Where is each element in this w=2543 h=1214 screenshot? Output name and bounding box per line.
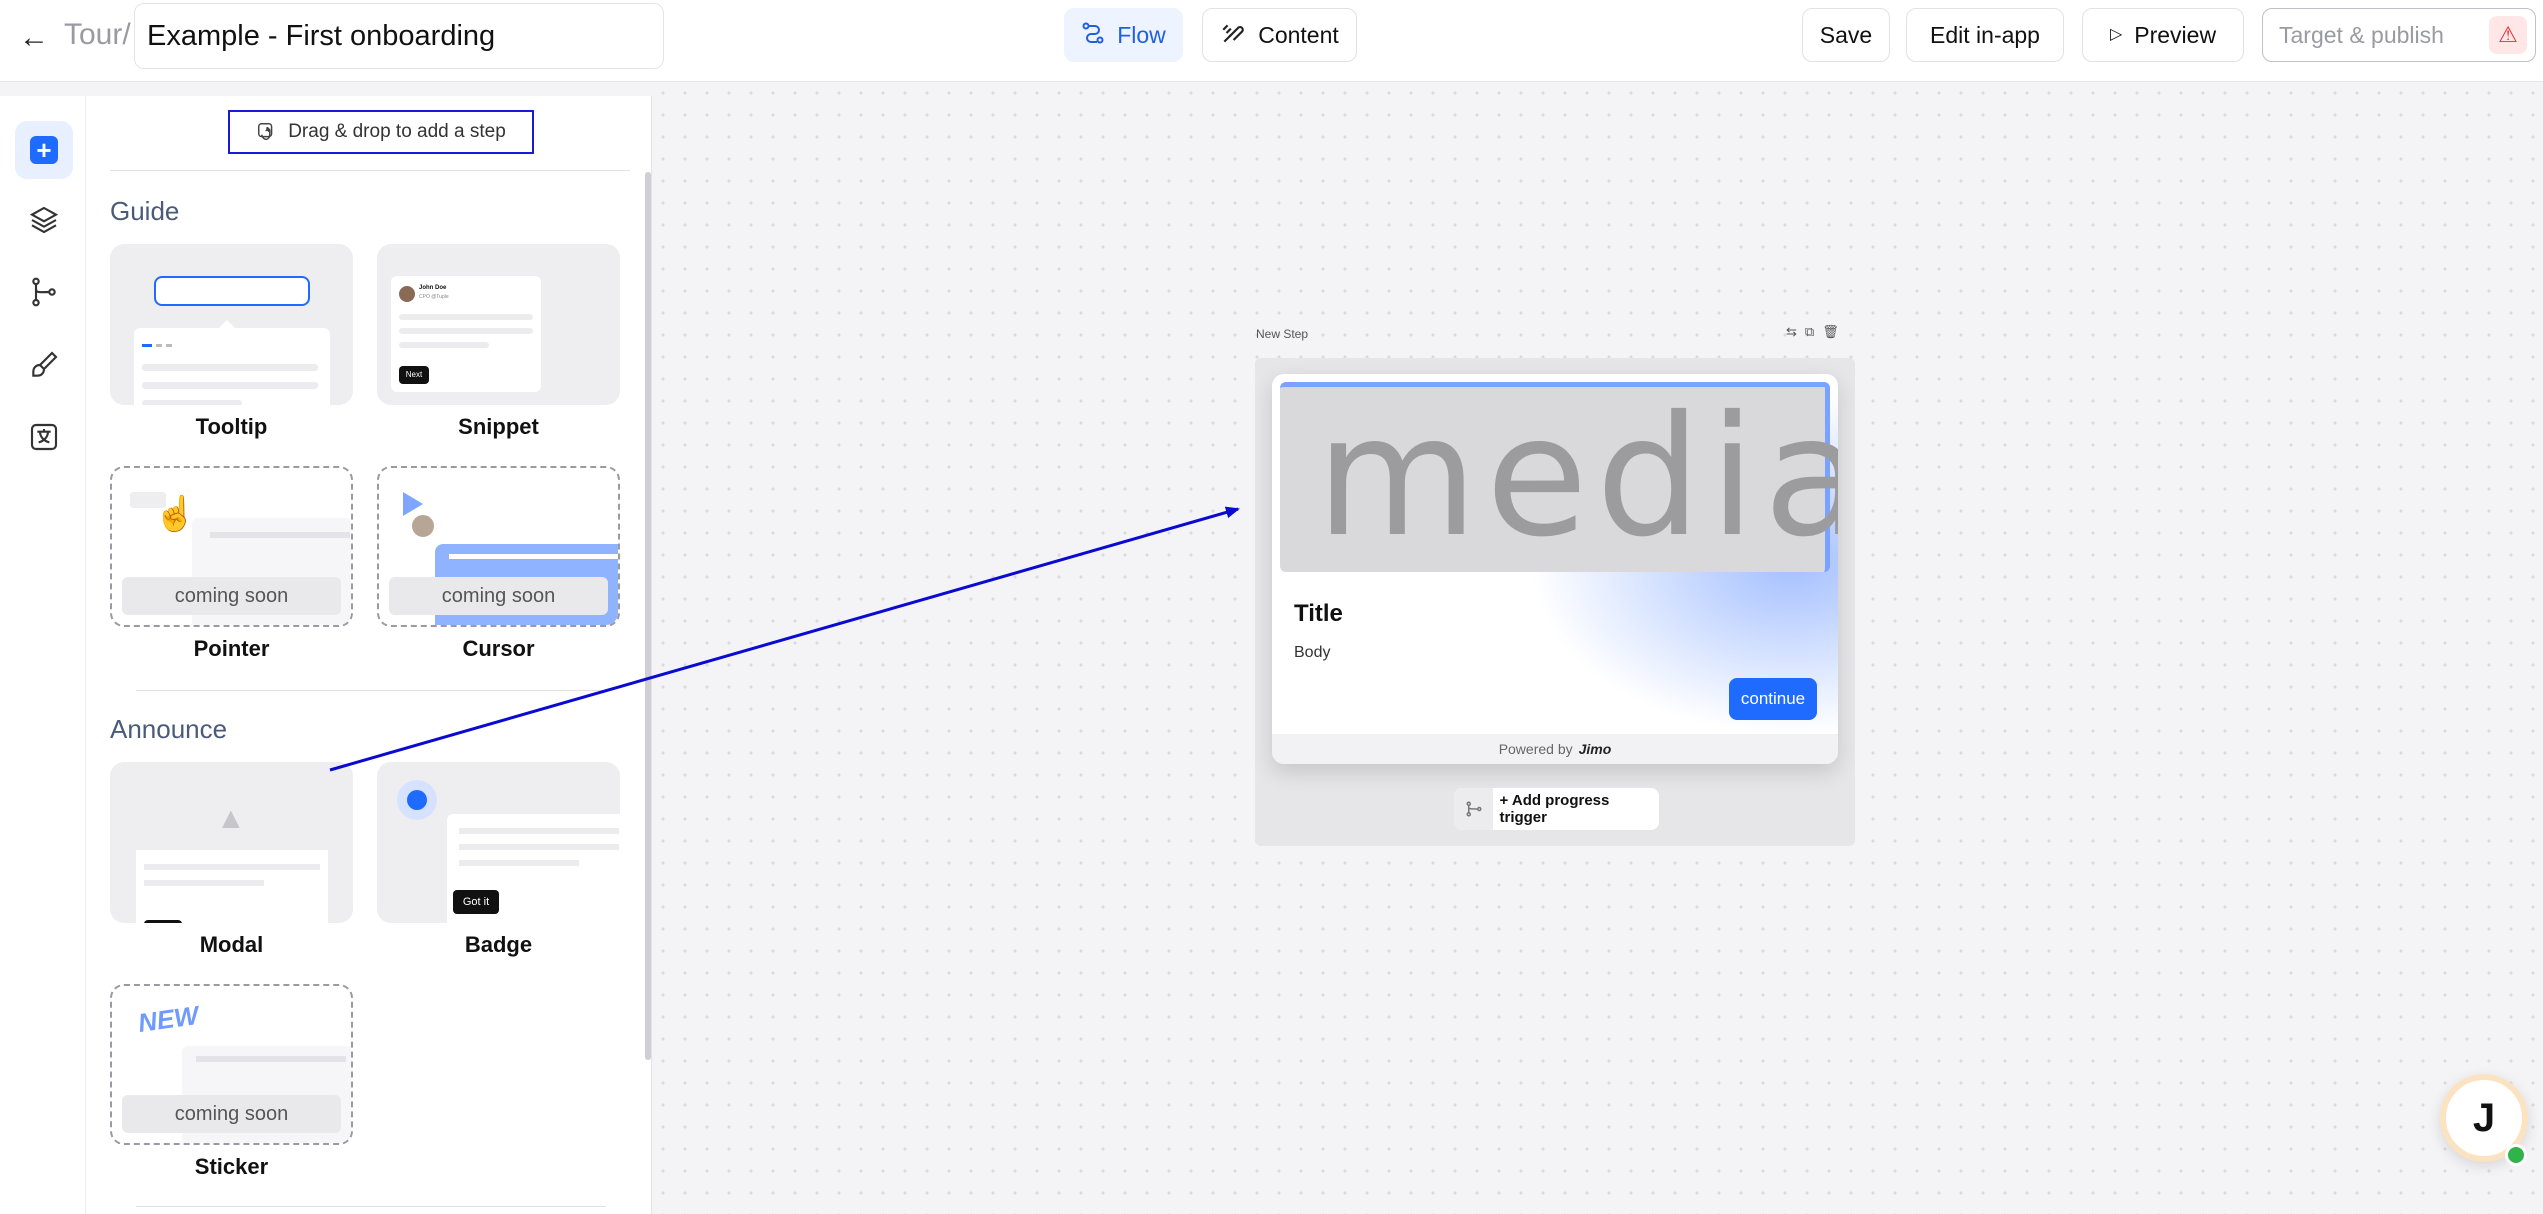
badge-card[interactable]: Got it [377,762,620,923]
rail-theme-button[interactable] [15,336,73,394]
breadcrumb[interactable]: Tour/ [64,18,131,52]
pointer-hand-icon: ☝ [154,495,197,533]
brush-icon [1220,20,1246,51]
panel-scrollbar[interactable] [645,172,651,1060]
snippet-avatar [399,286,415,302]
trash-icon[interactable]: 🗑 [1822,324,1839,340]
rail-layers-button[interactable] [15,191,73,249]
cursor-card: coming soon [377,466,620,627]
snippet-card[interactable]: John Doe CPO @Tuple Next [377,244,620,405]
snippet-role: CPO @Tuple [419,294,449,300]
snippet-name: John Doe [419,285,447,291]
divider [110,170,630,171]
pointer-label: Pointer [193,636,270,661]
continue-button[interactable]: continue [1729,678,1817,720]
modal-label: Modal [199,932,264,957]
layers-icon [29,206,59,234]
duplicate-icon[interactable]: ⧉ [1805,324,1814,340]
warning-icon: ⚠ [2489,16,2527,54]
left-rail: + [0,96,86,1214]
step-toolbar: ⇆ ⧉ 🗑 [1786,324,1839,340]
cursor-coming-soon: coming soon [389,577,608,615]
flow-tab-label: Flow [1117,21,1166,48]
image-placeholder-icon: ▲ [216,802,246,835]
play-icon: ▷ [2109,26,2123,43]
drag-drop-hint-text: Drag & drop to add a step [288,121,506,142]
modal-thumb: ▲ Next [136,782,328,923]
sticker-new-text: NEW [136,999,201,1039]
snippet-label: Snippet [458,414,539,439]
drag-drop-hint: Drag & drop to add a step [228,110,534,154]
cursor-label: Cursor [462,636,535,661]
sticker-card: NEW coming soon [110,984,353,1145]
rail-branch-button[interactable] [15,263,73,321]
top-bar: ← Tour/ Flow Content Save Edit in-app ▷ … [0,0,2543,82]
media-placeholder-text: media [1316,381,1838,574]
badge-label: Badge [464,932,533,957]
snippet-next-button: Next [399,366,429,384]
powered-by-footer: Powered by Jimo [1272,734,1838,764]
sticker-coming-soon: coming soon [122,1095,341,1133]
step-body[interactable]: Body [1294,644,1330,662]
tooltip-label: Tooltip [195,414,268,439]
modal-card[interactable]: ▲ Next [110,762,353,923]
sticker-label: Sticker [194,1154,269,1179]
add-progress-trigger-button[interactable]: + Add progress trigger [1454,788,1659,830]
snippet-thumb: John Doe CPO @Tuple Next [391,276,541,392]
pointer-card: ☝ coming soon [110,466,353,627]
branch-icon [32,277,56,307]
back-arrow-icon[interactable]: ← [14,18,54,58]
content-tab[interactable]: Content [1202,8,1357,62]
announce-section-title: Announce [110,714,228,744]
step-title[interactable]: Title [1294,600,1343,628]
step-library-panel: Drag & drop to add a step Guide Tooltip … [86,96,652,1214]
rail-add-step-button[interactable]: + [15,121,73,179]
cursor-avatar [409,512,437,540]
badge-dot [397,780,437,820]
tooltip-thumb-bubble [134,320,330,405]
jimo-brand: Jimo [1578,741,1612,757]
online-status-dot [2505,1144,2527,1166]
translate-icon [30,423,58,451]
guide-section-title: Guide [110,196,180,226]
step-name[interactable]: New Step [1256,327,1308,341]
drag-hand-icon [258,123,273,141]
media-placeholder[interactable]: media [1280,381,1838,574]
pointer-coming-soon: coming soon [122,577,341,615]
target-publish-label: Target & publish [2279,21,2444,48]
preview-button[interactable]: ▷ Preview [2082,8,2244,62]
paintbrush-icon [32,351,58,377]
swap-icon[interactable]: ⇆ [1786,324,1797,340]
branch-icon [1454,788,1494,830]
flow-icon [1081,21,1105,50]
tour-title-input[interactable] [134,3,664,69]
tooltip-card[interactable] [110,244,353,405]
rail-translate-button[interactable] [15,408,73,466]
preview-label: Preview [2134,21,2217,48]
step-preview-card[interactable]: media Title Body continue Powered by Jim… [1272,374,1838,764]
modal-next-button: Next [144,920,182,923]
save-button[interactable]: Save [1802,8,1890,62]
powered-by-text: Powered by [1498,741,1573,757]
tooltip-thumb-anchor [154,276,310,306]
plus-icon: + [30,136,58,164]
badge-got-it-button: Got it [453,890,499,914]
flow-tab[interactable]: Flow [1064,8,1183,62]
target-publish-button[interactable]: Target & publish ⚠ [2262,8,2536,62]
badge-thumb: Got it [447,814,620,923]
edit-in-app-button[interactable]: Edit in-app [1906,8,2064,62]
divider [136,690,606,691]
divider [136,1206,606,1207]
add-progress-trigger-label: + Add progress trigger [1499,792,1610,826]
content-tab-label: Content [1258,21,1339,48]
